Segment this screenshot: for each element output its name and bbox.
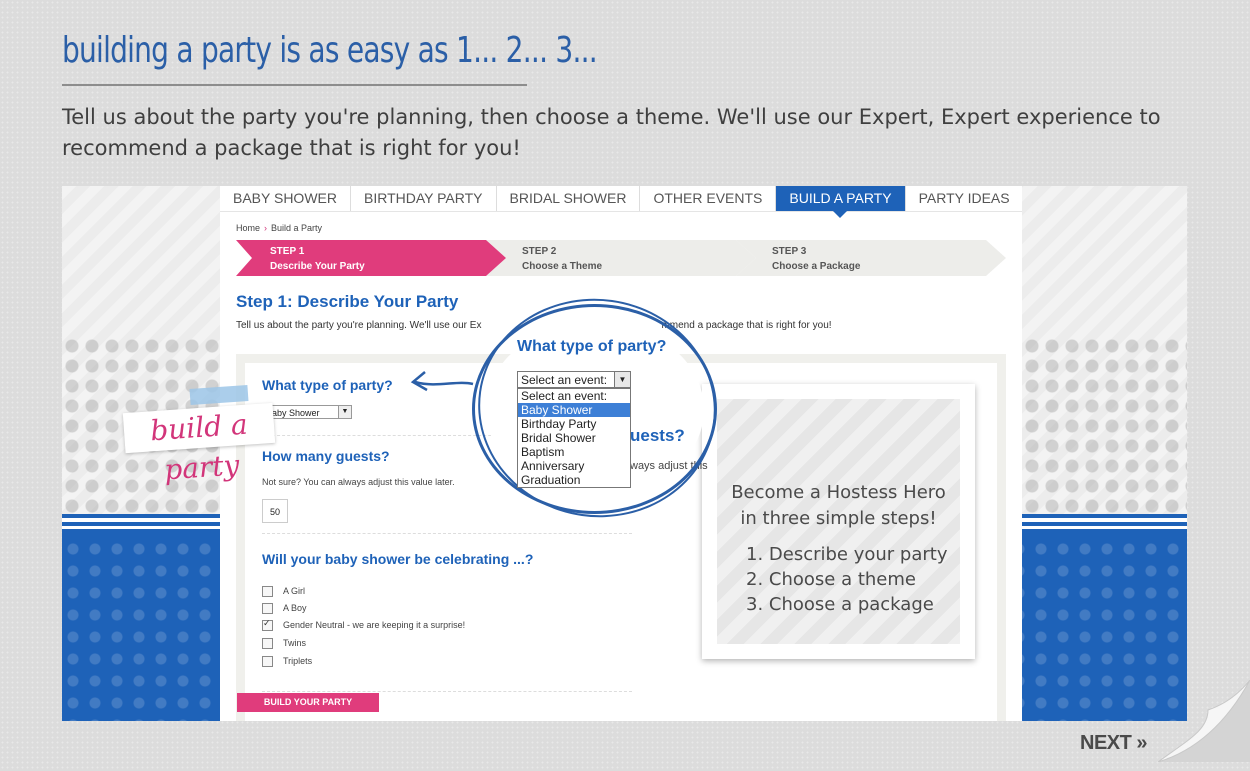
nav-birthday-party[interactable]: BIRTHDAY PARTY: [351, 186, 497, 211]
next-button[interactable]: NEXT »: [1080, 732, 1148, 755]
option-label: Twins: [283, 638, 307, 648]
double-chevron-right-icon: »: [1131, 732, 1148, 754]
step-label: Choose a Theme: [522, 261, 603, 272]
nav-bridal-shower[interactable]: BRIDAL SHOWER: [497, 186, 641, 211]
chevron-down-icon: ▼: [614, 372, 630, 387]
description-end: mmend a package that is right for you!: [661, 320, 832, 331]
nav-party-ideas[interactable]: PARTY IDEAS: [906, 186, 1023, 211]
guests-question: How many guests?: [262, 448, 390, 464]
divider: [262, 533, 632, 534]
next-label: NEXT: [1080, 732, 1132, 754]
dropdown-option[interactable]: Anniversary: [518, 459, 630, 473]
step-label: Describe Your Party: [270, 261, 365, 272]
option-label: A Girl: [283, 586, 306, 596]
breadcrumb-home[interactable]: Home: [236, 223, 260, 233]
screenshot-frame: BABY SHOWER BIRTHDAY PARTY BRIDAL SHOWER…: [62, 186, 1187, 721]
dropdown-option[interactable]: Baptism: [518, 445, 630, 459]
promo-tagline-2: in three simple steps!: [740, 508, 937, 529]
dropdown-option[interactable]: Bridal Shower: [518, 431, 630, 445]
pointer-arrow-icon: [410, 371, 474, 392]
nav-build-a-party[interactable]: BUILD A PARTY: [776, 186, 906, 218]
main-nav: BABY SHOWER BIRTHDAY PARTY BRIDAL SHOWER…: [220, 186, 1023, 218]
promo-step: 2. Choose a theme: [746, 569, 916, 590]
checkbox[interactable]: [262, 603, 273, 615]
promo-tagline-1: Become a Hostess Hero: [731, 482, 946, 503]
guests-input[interactable]: 50: [262, 499, 288, 523]
dropdown-option[interactable]: Graduation: [518, 473, 630, 487]
chevron-down-icon: ▼: [338, 406, 351, 418]
promo-steps: 1. Describe your party 2. Choose a theme…: [746, 542, 948, 617]
slide-title: building a party is as easy as 1... 2...…: [62, 30, 598, 71]
promo-step: 1. Describe your party: [746, 544, 948, 565]
nav-other-events[interactable]: OTHER EVENTS: [640, 186, 777, 211]
promo-step: 3. Choose a package: [746, 594, 934, 615]
page-heading: Step 1: Describe Your Party: [236, 292, 459, 311]
checkbox[interactable]: [262, 638, 273, 650]
option-triplets[interactable]: Triplets: [262, 656, 313, 668]
option-gender-neutral[interactable]: Gender Neutral - we are keeping it a sur…: [262, 618, 466, 632]
party-type-question: What type of party?: [262, 377, 393, 393]
option-girl[interactable]: A Girl: [262, 586, 306, 598]
dropdown-option[interactable]: Select an event:: [518, 389, 630, 403]
step-progress: STEP 3 Choose a Package STEP 2 Choose a …: [236, 240, 1006, 276]
checkbox[interactable]: [262, 618, 273, 632]
event-dropdown-list: Select an event: Baby Shower Birthday Pa…: [517, 388, 631, 488]
step-number: STEP 2: [522, 246, 557, 257]
checkbox[interactable]: [262, 586, 273, 598]
checkbox[interactable]: [262, 656, 273, 668]
step-1[interactable]: STEP 1 Describe Your Party: [236, 240, 506, 276]
description-start: Tell us about the party you're planning.…: [236, 320, 482, 331]
page-curl-icon: [1158, 680, 1250, 762]
step-label: Choose a Package: [772, 261, 861, 272]
callout-question: What type of party?: [517, 338, 667, 355]
nav-baby-shower[interactable]: BABY SHOWER: [220, 186, 351, 211]
slide-intro: Tell us about the party you're planning,…: [62, 105, 1161, 160]
step-3[interactable]: STEP 3 Choose a Package: [736, 240, 1006, 276]
celebrating-question: Will your baby shower be celebrating ...…: [262, 551, 534, 567]
breadcrumb: Home › Build a Party: [236, 223, 322, 233]
build-your-party-button[interactable]: BUILD YOUR PARTY: [237, 693, 379, 712]
option-twins[interactable]: Twins: [262, 638, 307, 650]
step-2[interactable]: STEP 2 Choose a Theme: [486, 240, 756, 276]
option-label: A Boy: [283, 603, 307, 613]
breadcrumb-separator: ›: [264, 223, 268, 233]
option-label: Triplets: [283, 656, 313, 666]
dropdown-option-highlighted[interactable]: Baby Shower: [518, 403, 630, 417]
option-label: Gender Neutral - we are keeping it a sur…: [283, 620, 466, 630]
title-underline: [62, 84, 527, 86]
breadcrumb-current: Build a Party: [271, 223, 323, 233]
step-number: STEP 1: [270, 246, 305, 257]
party-type-select[interactable]: Baby Shower ▼: [262, 405, 352, 419]
event-select-value: Select an event:: [521, 373, 608, 387]
dropdown-option[interactable]: Birthday Party: [518, 417, 630, 431]
party-type-value: Baby Shower: [266, 408, 320, 418]
guests-note: Not sure? You can always adjust this val…: [262, 477, 455, 487]
option-boy[interactable]: A Boy: [262, 603, 307, 615]
step-number: STEP 3: [772, 246, 807, 257]
event-type-select[interactable]: Select an event: ▼: [517, 371, 631, 388]
divider: [262, 691, 632, 692]
